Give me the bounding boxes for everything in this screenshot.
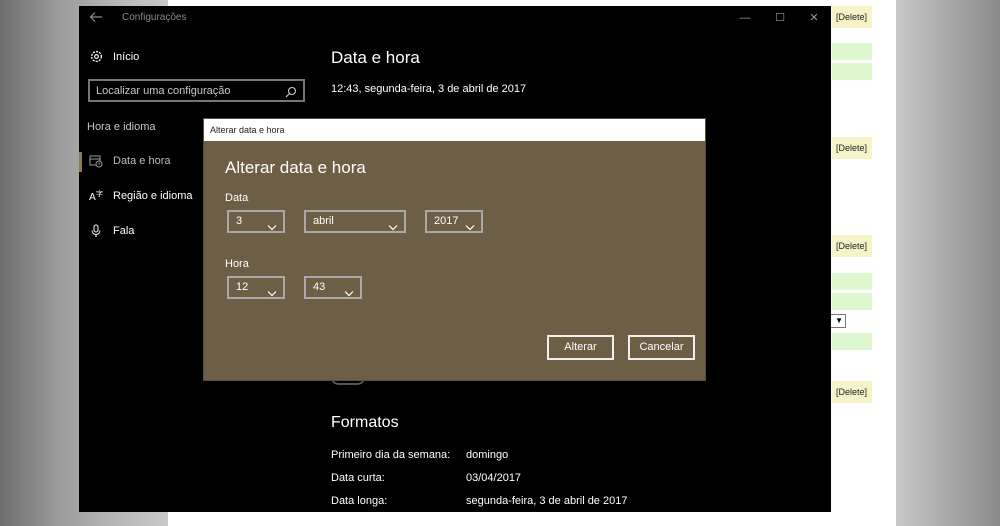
svg-text:字: 字 [96,189,103,198]
close-button[interactable]: ✕ [804,9,824,27]
sidebar-item-label: Fala [113,225,135,237]
window-title: Configurações [122,12,187,23]
minimize-button[interactable]: — [735,9,755,27]
current-datetime: 12:43, segunda-feira, 3 de abril de 2017 [331,83,527,95]
year-value: 2017 [434,215,459,227]
day-value: 3 [236,215,243,227]
dialog-titlebar: Alterar data e hora [204,119,705,141]
svg-text:A: A [89,192,96,203]
chevron-down-icon [267,218,277,231]
background-row-highlight [832,273,872,290]
page-title: Data e hora [331,48,420,67]
chevron-down-icon [344,284,354,297]
background-row-highlight [832,333,872,350]
nav-section-title: Hora e idioma [87,121,156,133]
minute-select[interactable]: 43 [304,276,362,299]
background-row-highlight [832,293,872,310]
language-icon: A字 [89,189,103,203]
background-row-highlight [832,43,872,60]
nav-home[interactable]: Início [87,48,247,68]
day-select[interactable]: 3 [227,210,285,233]
chevron-down-icon [388,218,398,231]
formats-title: Formatos [331,414,399,431]
microphone-icon [89,224,103,238]
search-icon[interactable] [285,85,297,98]
cancel-button[interactable]: Cancelar [628,335,695,360]
background-delete-link[interactable]: [Delete] [832,137,872,159]
date-label: Data [225,192,249,204]
time-label: Hora [225,258,249,270]
maximize-button[interactable]: ☐ [770,9,790,27]
dialog-heading: Alterar data e hora [225,158,366,177]
background-row-highlight [832,63,872,80]
format-value: segunda-feira, 3 de abril de 2017 [466,495,628,507]
chevron-down-icon [465,218,475,231]
format-label: Primeiro dia da semana: [331,449,451,461]
background-delete-link[interactable]: [Delete] [832,381,872,403]
format-value: domingo [466,449,509,461]
background-delete-link[interactable]: [Delete] [832,235,872,257]
gear-icon [89,49,105,65]
format-label: Data curta: [331,472,385,484]
hour-value: 12 [236,281,249,293]
chevron-down-icon [267,284,277,297]
year-select[interactable]: 2017 [425,210,483,233]
month-value: abril [313,215,334,227]
search-input[interactable] [96,83,276,99]
format-value: 03/04/2017 [466,472,522,484]
nav-home-label: Início [113,51,140,63]
month-select[interactable]: abril [304,210,406,233]
format-label: Data longa: [331,495,388,507]
background-delete-link[interactable]: [Delete] [832,6,872,28]
background-scroll-shade [896,0,1000,526]
minute-value: 43 [313,281,326,293]
dialog-window-title: Alterar data e hora [210,125,285,135]
window-titlebar: Configurações — ☐ ✕ [79,6,831,30]
change-datetime-dialog: Alterar data e hora Alterar data e hora … [204,119,705,380]
apply-button[interactable]: Alterar [547,335,614,360]
calendar-clock-icon [89,154,103,168]
search-box[interactable] [88,79,305,102]
back-arrow-icon[interactable] [89,10,105,26]
sidebar-item-label: Região e idioma [113,190,193,202]
sidebar-item-label: Data e hora [113,155,171,167]
hour-select[interactable]: 12 [227,276,285,299]
